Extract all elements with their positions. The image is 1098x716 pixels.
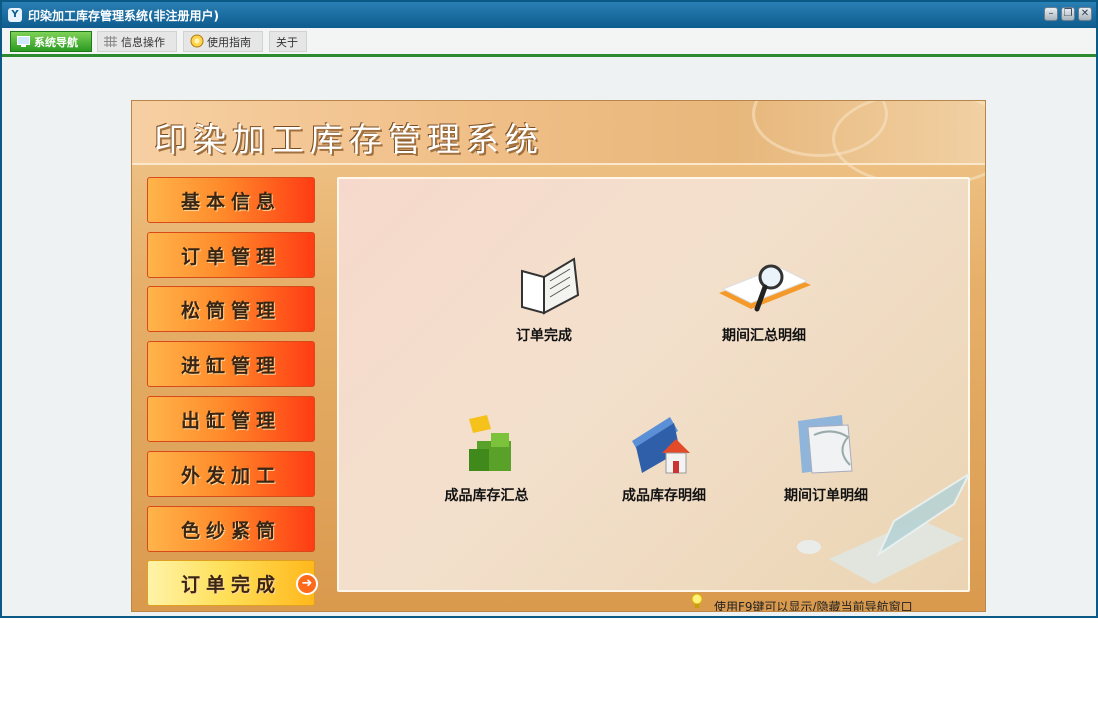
feature-product-stock-detail[interactable]: 成品库存明细 bbox=[599, 411, 729, 505]
navigation-panel: 印染加工库存管理系统 基本信息 订单管理 松筒管理 进缸管理 出缸管理 外发加工… bbox=[131, 100, 986, 612]
grid-icon bbox=[104, 36, 117, 47]
tab-label: 信息操作 bbox=[121, 35, 165, 49]
sidebar-item-loose-tube-management[interactable]: 松筒管理 bbox=[147, 286, 315, 332]
hint-text: 使用F9键可以显示/隐藏当前导航窗口 bbox=[714, 600, 913, 612]
window-title: 印染加工库存管理系统(非注册用户) bbox=[28, 9, 219, 23]
open-book-icon bbox=[521, 257, 580, 315]
sidebar-item-label: 外发加工 bbox=[180, 464, 281, 487]
feature-period-summary-detail[interactable]: 期间汇总明细 bbox=[694, 251, 834, 345]
sidebar-item-colored-yarn-tube[interactable]: 色纱紧筒 bbox=[147, 506, 315, 552]
restore-button[interactable]: ❐ bbox=[1061, 7, 1075, 21]
feature-label: 期间汇总明细 bbox=[722, 328, 806, 344]
feature-product-stock-summary[interactable]: 成品库存汇总 bbox=[424, 411, 549, 505]
sidebar-item-order-complete[interactable]: 订单完成 ➜ bbox=[147, 560, 318, 606]
sidebar-item-label: 色纱紧筒 bbox=[180, 519, 281, 542]
sidebar-item-label: 订单管理 bbox=[180, 245, 281, 268]
sidebar-item-label: 订单完成 bbox=[180, 573, 281, 596]
feature-label: 订单完成 bbox=[516, 328, 572, 344]
tab-label: 系统导航 bbox=[34, 35, 78, 49]
banner: 印染加工库存管理系统 bbox=[132, 101, 985, 187]
sidebar-item-label: 松筒管理 bbox=[180, 299, 281, 322]
sidebar-item-label: 出缸管理 bbox=[180, 409, 281, 432]
feature-area: 订单完成 期间汇总明细 成品库存汇总 成品库存明细 期间订单明细 bbox=[337, 177, 970, 592]
feature-order-complete[interactable]: 订单完成 bbox=[489, 251, 599, 345]
green-cubes-icon bbox=[468, 415, 511, 471]
feature-label: 成品库存汇总 bbox=[444, 488, 529, 504]
tab-system-navigation[interactable]: 系统导航 bbox=[10, 31, 92, 52]
house-folder-icon bbox=[632, 417, 690, 474]
feature-label: 成品库存明细 bbox=[622, 488, 706, 504]
sidebar-item-order-management[interactable]: 订单管理 bbox=[147, 232, 315, 278]
feature-label: 期间订单明细 bbox=[784, 488, 868, 504]
sidebar-item-vat-in-management[interactable]: 进缸管理 bbox=[147, 341, 315, 387]
folder-scroll-icon bbox=[798, 415, 853, 474]
help-icon bbox=[190, 34, 204, 48]
tab-about[interactable]: 关于 bbox=[269, 31, 307, 52]
sidebar-item-basic-info[interactable]: 基本信息 bbox=[147, 177, 315, 223]
close-button[interactable]: ✕ bbox=[1078, 7, 1092, 21]
sidebar-item-vat-out-management[interactable]: 出缸管理 bbox=[147, 396, 315, 442]
tab-label: 使用指南 bbox=[207, 35, 251, 49]
banner-swirl-decoration bbox=[832, 101, 985, 187]
sidebar-item-outsourced-processing[interactable]: 外发加工 bbox=[147, 451, 315, 497]
sidebar-item-label: 基本信息 bbox=[180, 190, 281, 213]
tab-label: 关于 bbox=[276, 35, 298, 49]
app-icon: Y bbox=[8, 8, 22, 22]
feature-period-order-detail[interactable]: 期间订单明细 bbox=[771, 411, 881, 505]
lightbulb-icon bbox=[691, 593, 703, 608]
system-title: 印染加工库存管理系统 bbox=[154, 120, 544, 159]
sidebar-item-label: 进缸管理 bbox=[180, 354, 281, 377]
tab-info-operations[interactable]: 信息操作 bbox=[97, 31, 177, 52]
menu-bar: 系统导航 信息操作 使用指南 关于 bbox=[2, 28, 1096, 57]
title-bar[interactable]: Y 印染加工库存管理系统(非注册用户) – ❐ ✕ bbox=[2, 2, 1096, 28]
magnifier-document-icon bbox=[719, 264, 811, 312]
monitor-icon bbox=[17, 36, 30, 47]
minimize-button[interactable]: – bbox=[1044, 7, 1058, 21]
arrow-right-icon: ➜ bbox=[296, 573, 318, 595]
tab-user-guide[interactable]: 使用指南 bbox=[183, 31, 263, 52]
